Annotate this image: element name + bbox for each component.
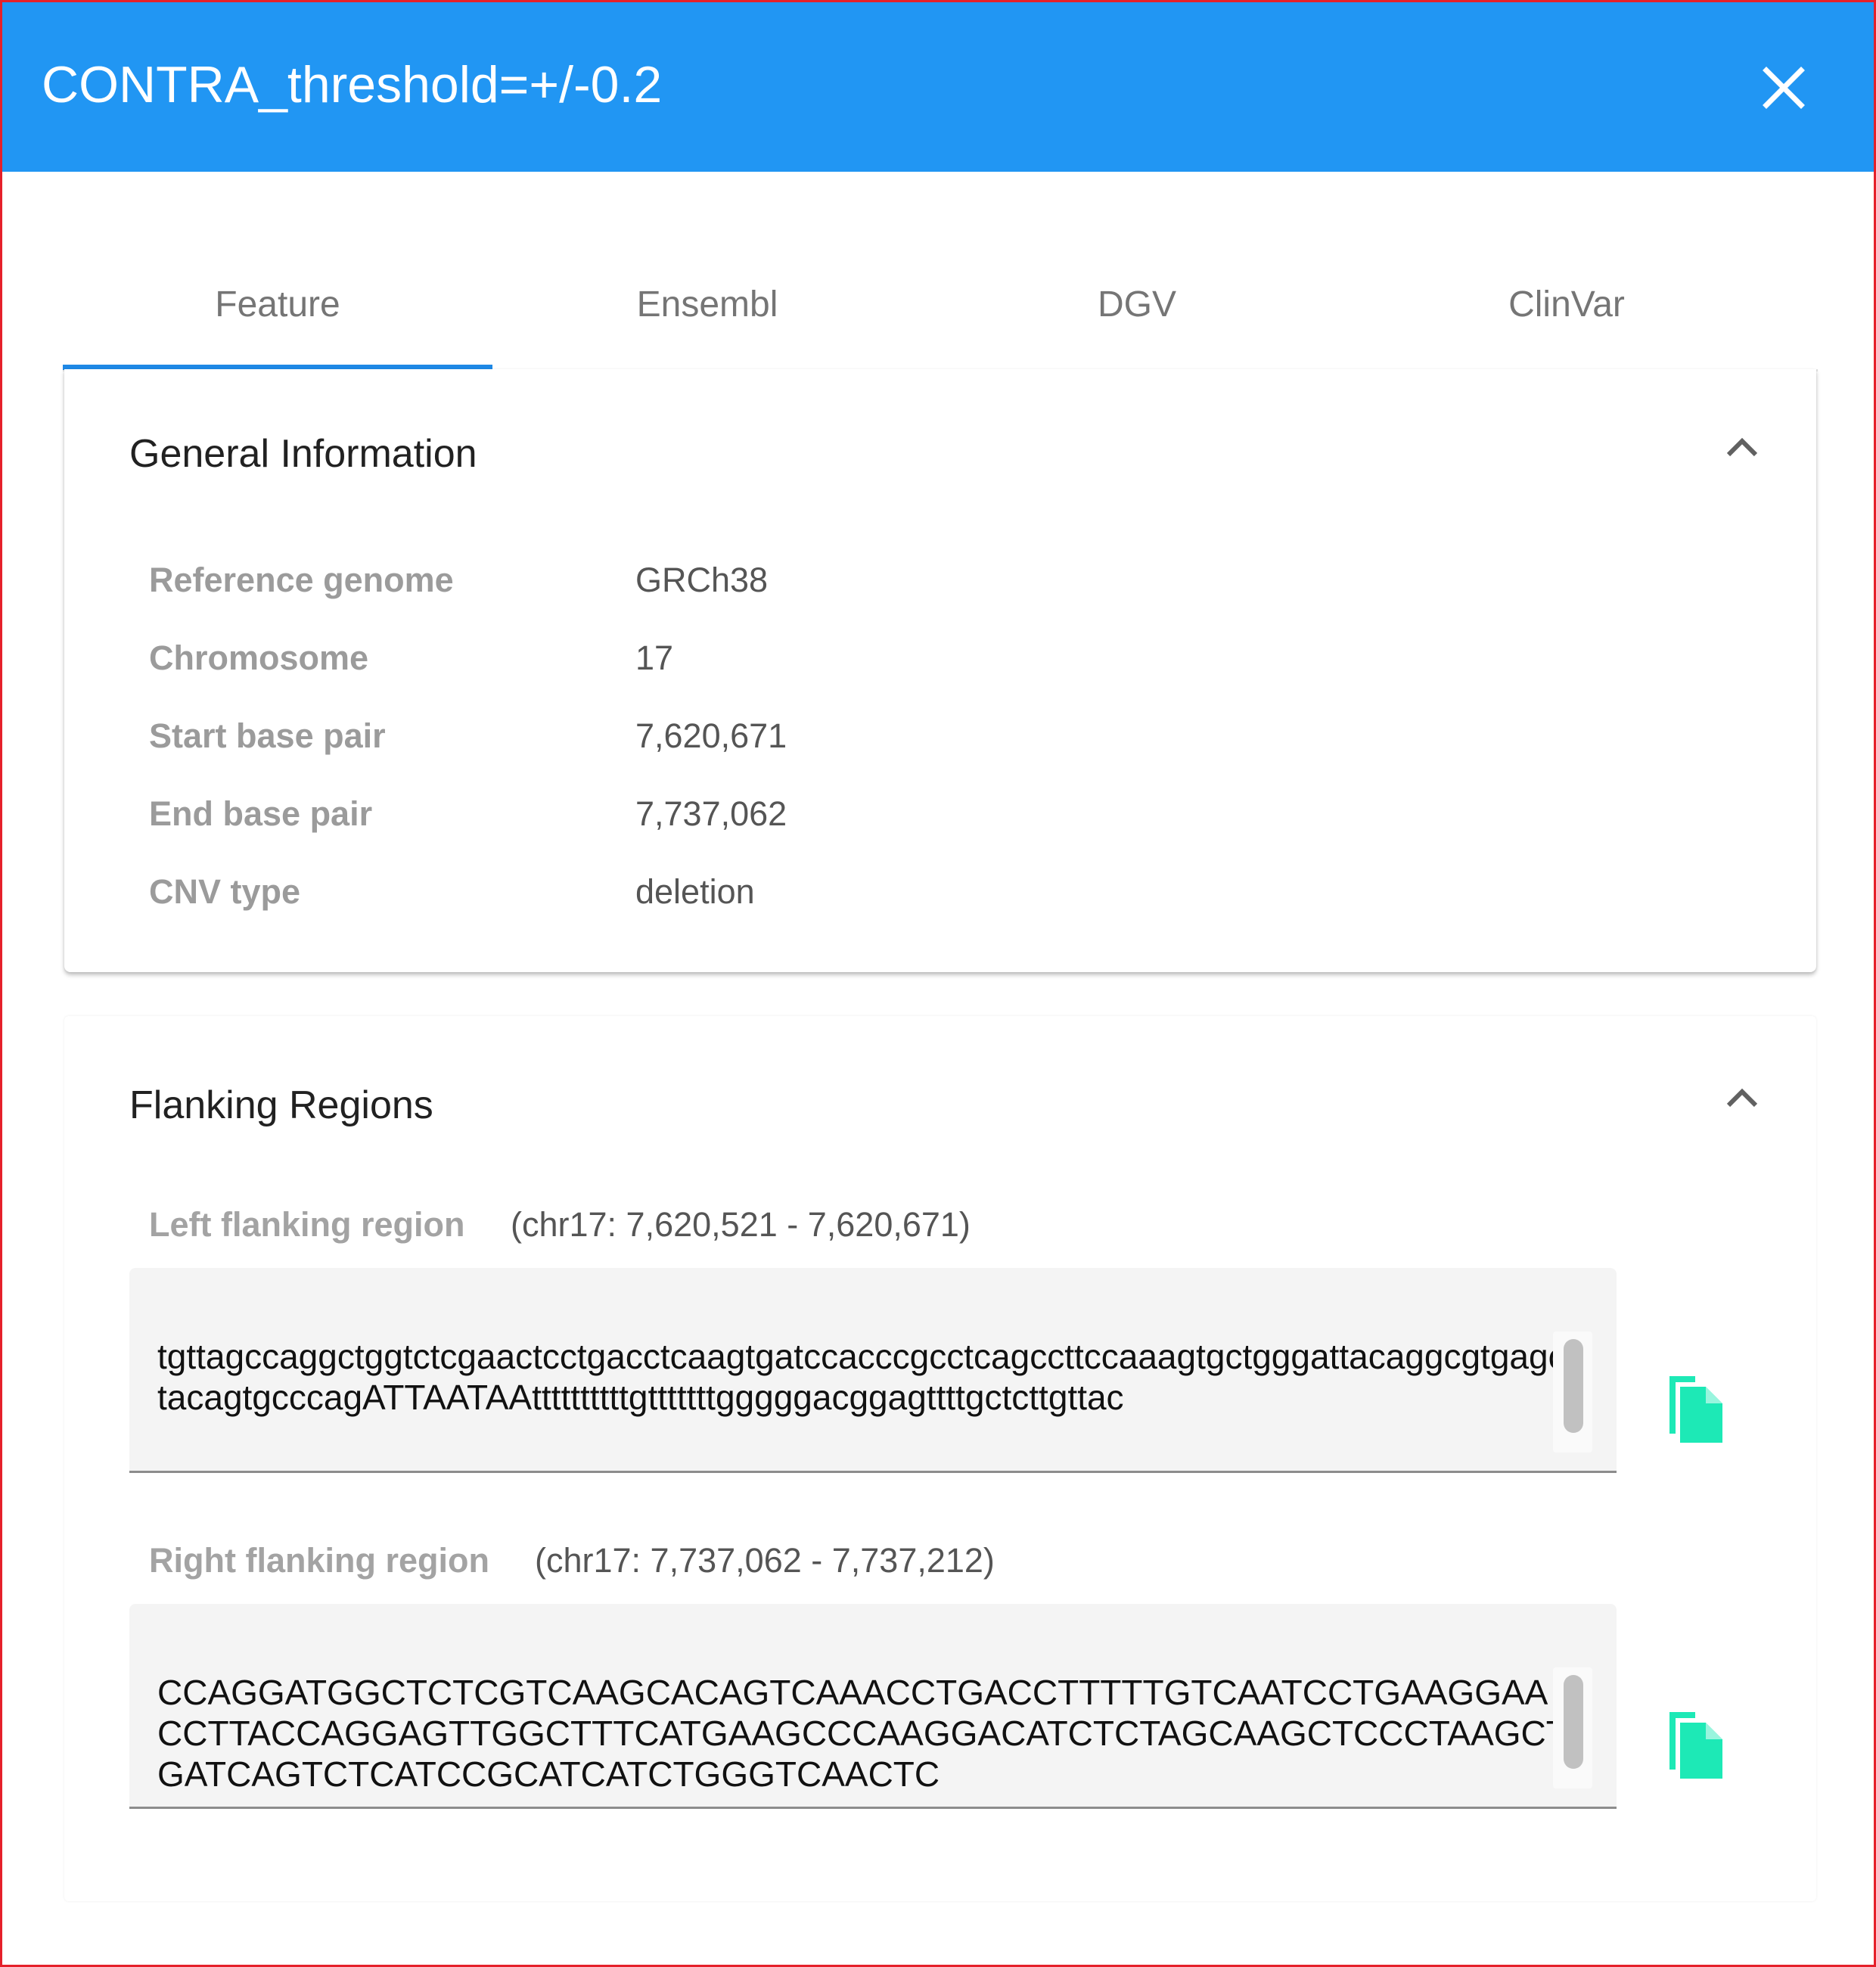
flanking-regions-title: Flanking Regions (129, 1083, 433, 1127)
general-information-panel: General Information Reference genome GRC… (64, 369, 1816, 972)
collapse-flanking-button[interactable] (1719, 1077, 1765, 1122)
right-sequence-scrollbar[interactable] (1553, 1667, 1592, 1788)
copy-left-flanking-button[interactable] (1665, 1372, 1733, 1447)
chevron-up-icon (1726, 437, 1758, 457)
info-value-reference-genome: GRCh38 (635, 561, 769, 599)
right-sequence-scroll-thumb[interactable] (1564, 1675, 1583, 1769)
left-flanking-sequence-box[interactable]: tgttagccaggctggtctcgaactcctgacctcaagtgat… (129, 1268, 1617, 1473)
flanking-regions-panel: Flanking Regions Left flanking region (c… (64, 1016, 1816, 1901)
dialog-header: CONTRA_threshold=+/-0.2 (2, 2, 1874, 172)
tab-ensembl[interactable]: Ensembl (492, 259, 922, 365)
left-sequence-scroll-thumb[interactable] (1564, 1339, 1583, 1433)
right-flanking-label: Right flanking region (149, 1541, 489, 1580)
general-information-title: General Information (129, 432, 477, 476)
right-flanking-sequence[interactable]: CCAGGATGGCTCTCGTCAAGCACAGTCAAACCTGACCTTT… (157, 1672, 1572, 1795)
info-label-cnv-type: CNV type (149, 872, 301, 911)
info-value-start-base-pair: 7,620,671 (635, 716, 787, 755)
close-button[interactable] (1750, 54, 1818, 122)
tab-feature[interactable]: Feature (63, 259, 492, 370)
tab-clinvar[interactable]: ClinVar (1352, 259, 1781, 365)
info-label-reference-genome: Reference genome (149, 561, 454, 599)
info-label-start-base-pair: Start base pair (149, 716, 386, 755)
chevron-up-icon (1726, 1088, 1758, 1108)
info-label-chromosome: Chromosome (149, 639, 369, 677)
left-flanking-sequence[interactable]: tgttagccaggctggtctcgaactcctgacctcaagtgat… (157, 1336, 1572, 1418)
copy-right-flanking-button[interactable] (1665, 1708, 1733, 1783)
dialog-title: CONTRA_threshold=+/-0.2 (42, 56, 663, 113)
copy-icon (1669, 1376, 1722, 1443)
cnv-detail-dialog: CONTRA_threshold=+/-0.2 Feature Ensembl … (0, 0, 1876, 1967)
info-value-chromosome: 17 (635, 639, 674, 677)
left-sequence-scrollbar[interactable] (1553, 1332, 1592, 1453)
tab-dgv[interactable]: DGV (922, 259, 1352, 365)
right-flanking-sequence-box[interactable]: CCAGGATGGCTCTCGTCAAGCACAGTCAAACCTGACCTTT… (129, 1604, 1617, 1809)
info-value-end-base-pair: 7,737,062 (635, 794, 787, 833)
copy-icon (1669, 1712, 1722, 1779)
info-value-cnv-type: deletion (635, 872, 755, 911)
left-flanking-coords: (chr17: 7,620,521 - 7,620,671) (511, 1205, 971, 1244)
info-label-end-base-pair: End base pair (149, 794, 373, 833)
collapse-general-button[interactable] (1719, 426, 1765, 471)
right-flanking-coords: (chr17: 7,737,062 - 7,737,212) (535, 1541, 995, 1580)
close-icon (1763, 67, 1805, 109)
left-flanking-label: Left flanking region (149, 1205, 465, 1244)
tab-bar: Feature Ensembl DGV ClinVar (63, 259, 1818, 371)
